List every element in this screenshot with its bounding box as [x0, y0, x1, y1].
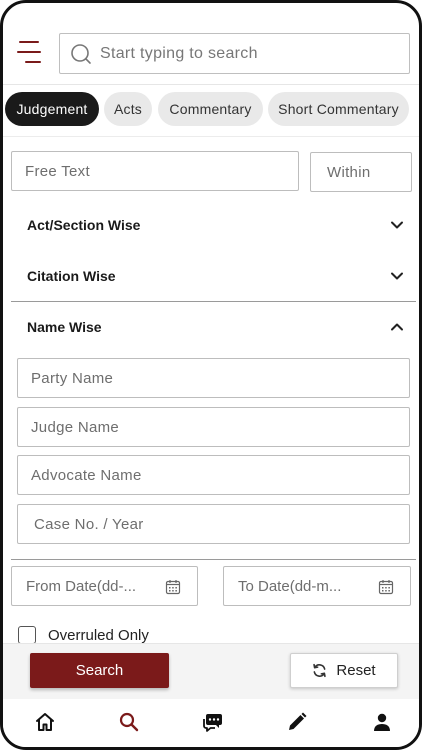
hamburger-icon[interactable] [17, 39, 45, 65]
overruled-checkbox[interactable] [18, 626, 36, 644]
chevron-down-icon [391, 221, 403, 229]
bottom-nav [3, 700, 419, 747]
free-text-input[interactable] [12, 152, 298, 190]
search-button[interactable]: Search [30, 653, 169, 688]
search-icon[interactable] [117, 710, 141, 734]
tab-judgement[interactable]: Judgement [5, 92, 99, 126]
tab-commentary[interactable]: Commentary [158, 92, 263, 126]
pencil-icon[interactable] [285, 710, 309, 734]
refresh-icon [313, 663, 327, 678]
advocate-name-input[interactable] [18, 456, 409, 494]
app-screen: Judgement Acts Commentary Short Commenta… [0, 0, 422, 750]
section-citation-wise[interactable]: Citation Wise [11, 252, 415, 300]
search-icon [71, 43, 91, 64]
category-tabs: Judgement Acts Commentary Short Commenta… [3, 92, 419, 128]
chat-icon[interactable] [201, 710, 225, 734]
home-icon[interactable] [33, 710, 57, 734]
party-name-field[interactable] [17, 358, 410, 398]
within-field[interactable] [310, 152, 412, 192]
section-act-wise[interactable]: Act/Section Wise [11, 201, 415, 249]
search-input[interactable] [100, 44, 390, 63]
reset-label: Reset [336, 662, 376, 679]
section-title: Act/Section Wise [27, 217, 141, 233]
to-date-field[interactable] [223, 566, 411, 606]
section-title: Citation Wise [27, 268, 116, 284]
case-no-input[interactable] [18, 505, 409, 543]
advocate-name-field[interactable] [17, 455, 410, 495]
case-no-field[interactable] [17, 504, 410, 544]
reset-button[interactable]: Reset [290, 653, 398, 688]
section-name-wise[interactable]: Name Wise [11, 303, 415, 351]
top-bar [3, 3, 419, 85]
to-date-input[interactable] [224, 567, 364, 605]
tab-short-commentary[interactable]: Short Commentary [268, 92, 409, 126]
calendar-icon[interactable] [378, 579, 394, 595]
search-bar[interactable] [59, 33, 410, 74]
from-date-input[interactable] [12, 567, 152, 605]
section-divider [11, 559, 416, 560]
judge-name-input[interactable] [18, 408, 409, 446]
from-date-field[interactable] [11, 566, 198, 606]
section-title: Name Wise [27, 319, 102, 335]
section-divider [11, 301, 416, 302]
tab-acts[interactable]: Acts [104, 92, 152, 126]
overruled-label: Overruled Only [48, 626, 149, 644]
free-text-field[interactable] [11, 151, 299, 191]
calendar-icon[interactable] [165, 579, 181, 595]
chevron-up-icon [391, 323, 403, 331]
user-icon[interactable] [370, 710, 394, 734]
party-name-input[interactable] [18, 359, 409, 397]
tabs-divider [3, 136, 419, 137]
within-input[interactable] [311, 153, 411, 191]
chevron-down-icon [391, 272, 403, 280]
action-bar: Search Reset [3, 643, 419, 699]
judge-name-field[interactable] [17, 407, 410, 447]
